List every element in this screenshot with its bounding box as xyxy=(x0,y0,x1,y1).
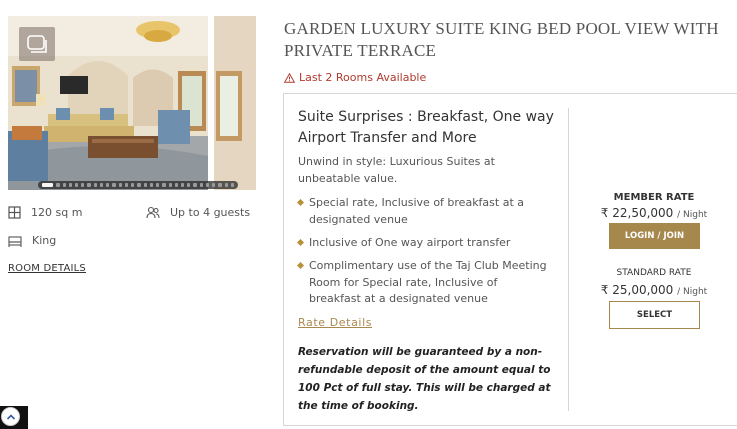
scroll-to-top-button[interactable] xyxy=(0,406,28,429)
carousel-dot[interactable] xyxy=(230,183,235,187)
member-rate-price: ₹ 22,50,000 / Night xyxy=(594,206,714,220)
offer-bullet-text: Complimentary use of the Taj Club Meetin… xyxy=(309,259,547,305)
member-rate-amount: ₹ 22,50,000 xyxy=(600,206,674,220)
carousel-dot[interactable] xyxy=(218,183,222,187)
room-occupancy: Up to 4 guests xyxy=(146,206,250,219)
room-bed-value: King xyxy=(32,234,57,247)
diamond-bullet-icon xyxy=(296,198,305,207)
diamond-bullet-icon xyxy=(296,261,305,270)
carousel-dot[interactable] xyxy=(205,183,210,187)
member-rate-label: MEMBER RATE xyxy=(613,192,695,203)
carousel-dot[interactable] xyxy=(162,183,166,187)
reservation-note: Reservation will be guaranteed by a non-… xyxy=(298,346,551,412)
carousel-dot[interactable] xyxy=(93,183,97,187)
offer-bullet: Complimentary use of the Taj Club Meetin… xyxy=(296,258,548,308)
offer-bullet-text: Special rate, Inclusive of breakfast at … xyxy=(309,196,525,226)
carousel-dot[interactable] xyxy=(224,183,228,187)
gallery-icon[interactable] xyxy=(19,27,55,61)
offer-bullet: Special rate, Inclusive of breakfast at … xyxy=(296,195,548,228)
carousel-indicator[interactable] xyxy=(38,181,238,189)
room-size: 120 sq m xyxy=(8,206,82,219)
room-bed: King xyxy=(8,234,56,247)
carousel-dot[interactable] xyxy=(62,183,66,187)
area-icon xyxy=(8,206,21,219)
carousel-dot[interactable] xyxy=(156,183,160,187)
room-details-link[interactable]: ROOM DETAILS xyxy=(8,263,86,274)
availability-notice: Last 2 Rooms Available xyxy=(284,71,426,84)
carousel-dot[interactable] xyxy=(81,183,85,187)
warning-icon xyxy=(284,72,295,83)
guests-icon xyxy=(146,206,160,219)
chevron-up-icon xyxy=(1,407,20,426)
carousel-dot[interactable] xyxy=(143,183,147,187)
carousel-dot[interactable] xyxy=(193,183,197,187)
carousel-dot[interactable] xyxy=(118,183,122,187)
carousel-dot[interactable] xyxy=(181,183,185,187)
room-image-carousel[interactable] xyxy=(8,16,256,190)
carousel-dot[interactable] xyxy=(75,183,79,187)
rate-details-link[interactable]: Rate Details xyxy=(298,316,372,329)
member-rate-unit: / Night xyxy=(677,210,708,220)
carousel-dot[interactable] xyxy=(124,183,129,187)
offer-bullet-text: Inclusive of One way airport transfer xyxy=(309,236,511,249)
offer-bullet: Inclusive of One way airport transfer xyxy=(296,235,548,252)
standard-rate-amount: ₹ 25,00,000 xyxy=(600,283,674,297)
carousel-dot[interactable] xyxy=(199,183,203,187)
standard-rate-price: ₹ 25,00,000 / Night xyxy=(594,283,714,297)
bed-icon xyxy=(8,235,22,247)
carousel-dot[interactable] xyxy=(174,183,178,187)
offer-title: Suite Surprises : Breakfast, One way Air… xyxy=(298,109,554,146)
carousel-dot[interactable] xyxy=(187,183,191,187)
carousel-dot[interactable] xyxy=(87,183,91,187)
carousel-dot[interactable] xyxy=(99,183,104,187)
carousel-dot[interactable] xyxy=(106,183,110,187)
standard-rate-unit: / Night xyxy=(677,287,708,297)
carousel-dot[interactable] xyxy=(131,183,135,187)
offer-description: Unwind in style: Luxurious Suites at unb… xyxy=(298,155,495,185)
carousel-dot[interactable] xyxy=(68,183,73,187)
carousel-dot[interactable] xyxy=(42,183,54,187)
availability-text: Last 2 Rooms Available xyxy=(299,71,427,84)
room-occupancy-value: Up to 4 guests xyxy=(170,206,251,219)
room-size-value: 120 sq m xyxy=(31,206,83,219)
room-title: GARDEN LUXURY SUITE KING BED POOL VIEW W… xyxy=(284,19,719,60)
carousel-dot[interactable] xyxy=(112,183,116,187)
carousel-dot[interactable] xyxy=(56,183,60,187)
standard-rate-label: STANDARD RATE xyxy=(616,268,692,278)
login-join-button[interactable]: LOGIN / JOIN xyxy=(609,223,700,249)
carousel-dot[interactable] xyxy=(168,183,172,187)
carousel-dot[interactable] xyxy=(212,183,216,187)
carousel-dot[interactable] xyxy=(137,183,141,187)
select-rate-button[interactable]: SELECT xyxy=(609,301,700,329)
rate-card-divider xyxy=(568,108,569,411)
carousel-dot[interactable] xyxy=(149,183,154,187)
diamond-bullet-icon xyxy=(296,238,305,247)
